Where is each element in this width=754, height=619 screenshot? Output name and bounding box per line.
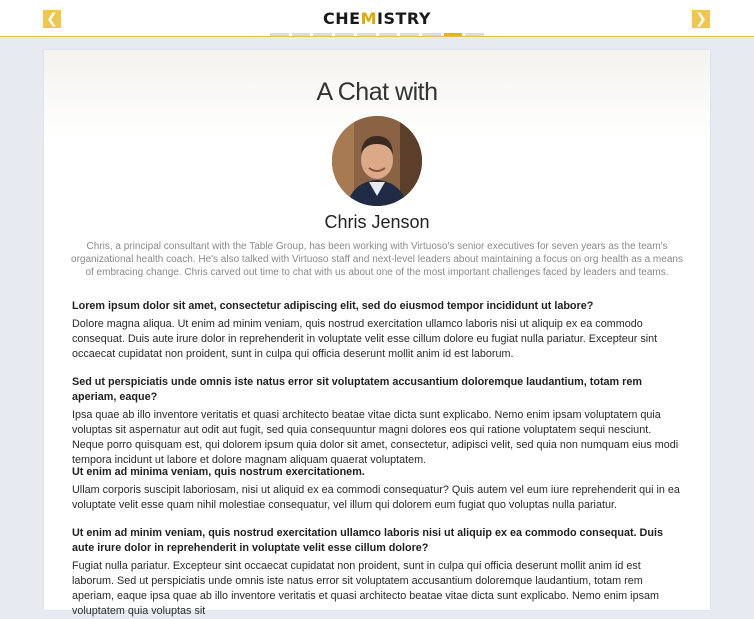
chevron-left-icon[interactable]: ❮	[43, 10, 61, 28]
progress-segment	[400, 33, 419, 36]
question: Ut enim ad minim veniam, quis nostrud ex…	[72, 527, 663, 554]
logo-text-start: CHE	[323, 9, 361, 28]
question: Lorem ipsum dolor sit amet, consectetur …	[72, 300, 594, 312]
qa-item: Ut enim ad minima veniam, quis nostrum e…	[72, 465, 684, 513]
interviewee-bio: Chris, a principal consultant with the T…	[71, 241, 683, 278]
progress-segment	[270, 33, 289, 36]
progress-segment	[421, 33, 441, 36]
progress-segment	[335, 33, 354, 36]
qa-item: Lorem ipsum dolor sit amet, consectetur …	[72, 299, 684, 362]
top-bar: ❮ CHEMISTRY ❯	[0, 0, 754, 37]
answer: Dolore magna aliqua. Ut enim ad minim ve…	[72, 318, 658, 360]
progress-segment	[443, 33, 463, 36]
progress-segment	[313, 33, 333, 36]
avatar	[332, 116, 422, 206]
progress-segment	[465, 33, 485, 36]
qa-item: Ut enim ad minim veniam, quis nostrud ex…	[72, 526, 684, 619]
question: Sed ut perspiciatis unde omnis iste natu…	[72, 376, 642, 403]
question: Ut enim ad minima veniam, quis nostrum e…	[72, 466, 365, 478]
logo: CHEMISTRY	[321, 8, 433, 30]
progress-segment	[356, 33, 376, 36]
qa-item: Sed ut perspiciatis unde omnis iste natu…	[72, 375, 684, 468]
page-progress-indicator	[270, 33, 485, 36]
logo-text-end: ISTRY	[377, 9, 431, 28]
answer: Ullam corporis suscipit laboriosam, nisi…	[72, 484, 680, 511]
progress-segment	[291, 33, 311, 36]
progress-segment	[378, 33, 398, 36]
interviewee-name: Chris Jenson	[324, 212, 430, 232]
answer: Ipsa quae ab illo inventore veritatis et…	[72, 409, 679, 466]
page-title: A Chat with	[316, 78, 438, 106]
logo-text-accent: M	[360, 9, 378, 28]
chevron-right-icon[interactable]: ❯	[692, 10, 710, 28]
person-portrait-icon	[332, 116, 422, 206]
answer: Fugiat nulla pariatur. Excepteur sint oc…	[72, 560, 659, 617]
